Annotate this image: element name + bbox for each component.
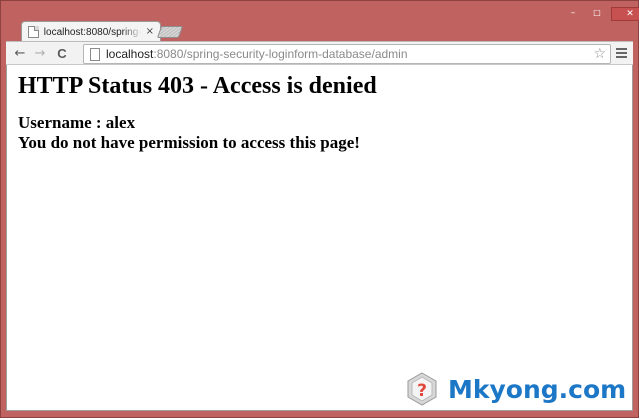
tab-title: localhost:8080/spring-security-loginform… <box>43 26 142 38</box>
page-icon <box>90 48 100 61</box>
tab-close-icon[interactable]: × <box>146 26 154 38</box>
new-tab-button[interactable] <box>156 26 184 38</box>
forward-button[interactable]: → <box>32 46 48 62</box>
svg-text:?: ? <box>417 381 427 401</box>
username-line: Username : alex <box>18 113 136 132</box>
url-path: :8080/spring-security-loginform-database… <box>153 47 408 61</box>
browser-toolbar: ← → C localhost:8080/spring-security-log… <box>6 41 633 65</box>
tab-active[interactable]: localhost:8080/spring-security-loginform… <box>21 21 161 41</box>
watermark: ? Mkyong.com <box>404 369 634 409</box>
maximize-button[interactable]: □ <box>585 7 609 21</box>
title-bar: localhost:8080/spring-security-loginform… <box>1 1 639 41</box>
page-title: HTTP Status 403 - Access is denied <box>18 73 377 99</box>
address-bar[interactable]: localhost:8080/spring-security-loginform… <box>83 44 611 64</box>
url-text[interactable]: localhost:8080/spring-security-loginform… <box>106 47 408 62</box>
window-controls: – □ ✕ <box>561 7 639 21</box>
permission-message: You do not have permission to access thi… <box>18 133 360 152</box>
watermark-logo-icon: ? <box>404 371 440 407</box>
page-content: HTTP Status 403 - Access is denied Usern… <box>6 65 633 411</box>
bookmark-star-icon[interactable]: ☆ <box>593 46 606 62</box>
watermark-text: Mkyong.com <box>448 374 627 404</box>
browser-window: localhost:8080/spring-security-loginform… <box>0 0 639 418</box>
reload-button[interactable]: C <box>54 46 70 62</box>
url-host: localhost <box>106 47 154 61</box>
page-favicon-icon <box>28 26 39 38</box>
close-window-button[interactable]: ✕ <box>611 7 639 21</box>
back-button[interactable]: ← <box>12 46 28 62</box>
menu-icon[interactable] <box>616 48 627 59</box>
minimize-button[interactable]: – <box>561 7 585 21</box>
